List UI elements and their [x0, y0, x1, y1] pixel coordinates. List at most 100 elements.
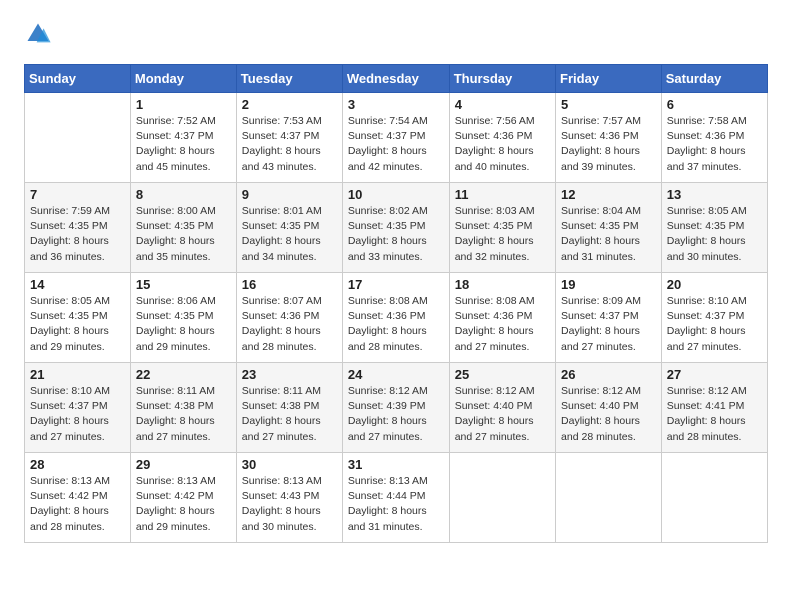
day-of-week-header: Sunday	[25, 65, 131, 93]
calendar-cell: 1 Sunrise: 7:52 AM Sunset: 4:37 PM Daylig…	[130, 93, 236, 183]
calendar-cell: 30 Sunrise: 8:13 AM Sunset: 4:43 PM Dayli…	[236, 453, 342, 543]
day-number: 20	[667, 277, 762, 292]
day-number: 27	[667, 367, 762, 382]
calendar-week-row: 7Sunrise: 7:59 AM Sunset: 4:35 PM Daylig…	[25, 183, 768, 273]
calendar-cell: 11 Sunrise: 8:03 AM Sunset: 4:35 PM Dayli…	[449, 183, 555, 273]
calendar-cell: 28 Sunrise: 8:13 AM Sunset: 4:42 PM Dayli…	[25, 453, 131, 543]
day-number: 13	[667, 187, 762, 202]
day-info: Sunrise: 8:13 AM Sunset: 4:42 PM Dayligh…	[30, 474, 125, 535]
day-number: 6	[667, 97, 762, 112]
day-number: 31	[348, 457, 444, 472]
day-info: Sunrise: 8:05 AM Sunset: 4:35 PM Dayligh…	[30, 294, 125, 355]
day-info: Sunrise: 7:57 AM Sunset: 4:36 PM Dayligh…	[561, 114, 656, 175]
calendar-cell	[25, 93, 131, 183]
day-of-week-header: Thursday	[449, 65, 555, 93]
calendar-cell	[556, 453, 662, 543]
day-number: 15	[136, 277, 231, 292]
day-info: Sunrise: 8:02 AM Sunset: 4:35 PM Dayligh…	[348, 204, 444, 265]
calendar-cell: 21 Sunrise: 8:10 AM Sunset: 4:37 PM Dayli…	[25, 363, 131, 453]
calendar-header-row: SundayMondayTuesdayWednesdayThursdayFrid…	[25, 65, 768, 93]
day-number: 5	[561, 97, 656, 112]
day-info: Sunrise: 8:12 AM Sunset: 4:40 PM Dayligh…	[561, 384, 656, 445]
day-of-week-header: Saturday	[661, 65, 767, 93]
day-info: Sunrise: 7:56 AM Sunset: 4:36 PM Dayligh…	[455, 114, 550, 175]
calendar-week-row: 28 Sunrise: 8:13 AM Sunset: 4:42 PM Dayli…	[25, 453, 768, 543]
day-of-week-header: Friday	[556, 65, 662, 93]
day-number: 22	[136, 367, 231, 382]
day-number: 23	[242, 367, 337, 382]
day-number: 28	[30, 457, 125, 472]
calendar-cell: 19Sunrise: 8:09 AM Sunset: 4:37 PM Dayli…	[556, 273, 662, 363]
calendar-cell: 3 Sunrise: 7:54 AM Sunset: 4:37 PM Daylig…	[342, 93, 449, 183]
day-of-week-header: Wednesday	[342, 65, 449, 93]
day-info: Sunrise: 8:12 AM Sunset: 4:41 PM Dayligh…	[667, 384, 762, 445]
day-info: Sunrise: 7:58 AM Sunset: 4:36 PM Dayligh…	[667, 114, 762, 175]
calendar-cell: 2 Sunrise: 7:53 AM Sunset: 4:37 PM Daylig…	[236, 93, 342, 183]
logo-icon	[24, 20, 52, 48]
day-info: Sunrise: 8:13 AM Sunset: 4:43 PM Dayligh…	[242, 474, 337, 535]
calendar-cell: 23 Sunrise: 8:11 AM Sunset: 4:38 PM Dayli…	[236, 363, 342, 453]
day-info: Sunrise: 8:09 AM Sunset: 4:37 PM Dayligh…	[561, 294, 656, 355]
calendar-cell: 10 Sunrise: 8:02 AM Sunset: 4:35 PM Dayli…	[342, 183, 449, 273]
day-number: 30	[242, 457, 337, 472]
calendar-cell: 5 Sunrise: 7:57 AM Sunset: 4:36 PM Daylig…	[556, 93, 662, 183]
calendar-cell	[661, 453, 767, 543]
day-info: Sunrise: 8:08 AM Sunset: 4:36 PM Dayligh…	[348, 294, 444, 355]
day-info: Sunrise: 8:06 AM Sunset: 4:35 PM Dayligh…	[136, 294, 231, 355]
day-number: 17	[348, 277, 444, 292]
calendar-cell: 9Sunrise: 8:01 AM Sunset: 4:35 PM Daylig…	[236, 183, 342, 273]
day-info: Sunrise: 7:52 AM Sunset: 4:37 PM Dayligh…	[136, 114, 231, 175]
calendar-cell: 22 Sunrise: 8:11 AM Sunset: 4:38 PM Dayli…	[130, 363, 236, 453]
day-number: 12	[561, 187, 656, 202]
calendar-cell	[449, 453, 555, 543]
day-info: Sunrise: 8:11 AM Sunset: 4:38 PM Dayligh…	[242, 384, 337, 445]
calendar-cell: 31 Sunrise: 8:13 AM Sunset: 4:44 PM Dayli…	[342, 453, 449, 543]
day-info: Sunrise: 7:54 AM Sunset: 4:37 PM Dayligh…	[348, 114, 444, 175]
calendar-cell: 27 Sunrise: 8:12 AM Sunset: 4:41 PM Dayli…	[661, 363, 767, 453]
calendar-cell: 25Sunrise: 8:12 AM Sunset: 4:40 PM Dayli…	[449, 363, 555, 453]
day-number: 18	[455, 277, 550, 292]
day-info: Sunrise: 8:10 AM Sunset: 4:37 PM Dayligh…	[667, 294, 762, 355]
calendar-cell: 20 Sunrise: 8:10 AM Sunset: 4:37 PM Dayli…	[661, 273, 767, 363]
calendar-week-row: 21 Sunrise: 8:10 AM Sunset: 4:37 PM Dayli…	[25, 363, 768, 453]
day-info: Sunrise: 8:04 AM Sunset: 4:35 PM Dayligh…	[561, 204, 656, 265]
calendar-cell: 4Sunrise: 7:56 AM Sunset: 4:36 PM Daylig…	[449, 93, 555, 183]
day-number: 10	[348, 187, 444, 202]
day-info: Sunrise: 7:53 AM Sunset: 4:37 PM Dayligh…	[242, 114, 337, 175]
day-number: 26	[561, 367, 656, 382]
day-number: 11	[455, 187, 550, 202]
day-of-week-header: Monday	[130, 65, 236, 93]
day-info: Sunrise: 8:08 AM Sunset: 4:36 PM Dayligh…	[455, 294, 550, 355]
calendar-cell: 13 Sunrise: 8:05 AM Sunset: 4:35 PM Dayli…	[661, 183, 767, 273]
calendar-cell: 15 Sunrise: 8:06 AM Sunset: 4:35 PM Dayli…	[130, 273, 236, 363]
day-info: Sunrise: 8:03 AM Sunset: 4:35 PM Dayligh…	[455, 204, 550, 265]
day-number: 21	[30, 367, 125, 382]
calendar-cell: 12 Sunrise: 8:04 AM Sunset: 4:35 PM Dayli…	[556, 183, 662, 273]
day-number: 3	[348, 97, 444, 112]
day-number: 29	[136, 457, 231, 472]
day-info: Sunrise: 8:05 AM Sunset: 4:35 PM Dayligh…	[667, 204, 762, 265]
calendar: SundayMondayTuesdayWednesdayThursdayFrid…	[24, 64, 768, 543]
calendar-cell: 7Sunrise: 7:59 AM Sunset: 4:35 PM Daylig…	[25, 183, 131, 273]
day-info: Sunrise: 8:11 AM Sunset: 4:38 PM Dayligh…	[136, 384, 231, 445]
day-number: 25	[455, 367, 550, 382]
calendar-week-row: 1 Sunrise: 7:52 AM Sunset: 4:37 PM Daylig…	[25, 93, 768, 183]
day-number: 1	[136, 97, 231, 112]
day-number: 24	[348, 367, 444, 382]
day-info: Sunrise: 8:13 AM Sunset: 4:44 PM Dayligh…	[348, 474, 444, 535]
calendar-week-row: 14Sunrise: 8:05 AM Sunset: 4:35 PM Dayli…	[25, 273, 768, 363]
logo	[24, 20, 56, 48]
calendar-cell: 14Sunrise: 8:05 AM Sunset: 4:35 PM Dayli…	[25, 273, 131, 363]
day-number: 2	[242, 97, 337, 112]
calendar-cell: 18 Sunrise: 8:08 AM Sunset: 4:36 PM Dayli…	[449, 273, 555, 363]
day-info: Sunrise: 8:10 AM Sunset: 4:37 PM Dayligh…	[30, 384, 125, 445]
calendar-cell: 8Sunrise: 8:00 AM Sunset: 4:35 PM Daylig…	[130, 183, 236, 273]
calendar-cell: 17 Sunrise: 8:08 AM Sunset: 4:36 PM Dayli…	[342, 273, 449, 363]
day-info: Sunrise: 8:13 AM Sunset: 4:42 PM Dayligh…	[136, 474, 231, 535]
page-header	[24, 20, 768, 48]
day-number: 16	[242, 277, 337, 292]
day-info: Sunrise: 8:07 AM Sunset: 4:36 PM Dayligh…	[242, 294, 337, 355]
calendar-cell: 26 Sunrise: 8:12 AM Sunset: 4:40 PM Dayli…	[556, 363, 662, 453]
calendar-cell: 6 Sunrise: 7:58 AM Sunset: 4:36 PM Daylig…	[661, 93, 767, 183]
day-number: 7	[30, 187, 125, 202]
